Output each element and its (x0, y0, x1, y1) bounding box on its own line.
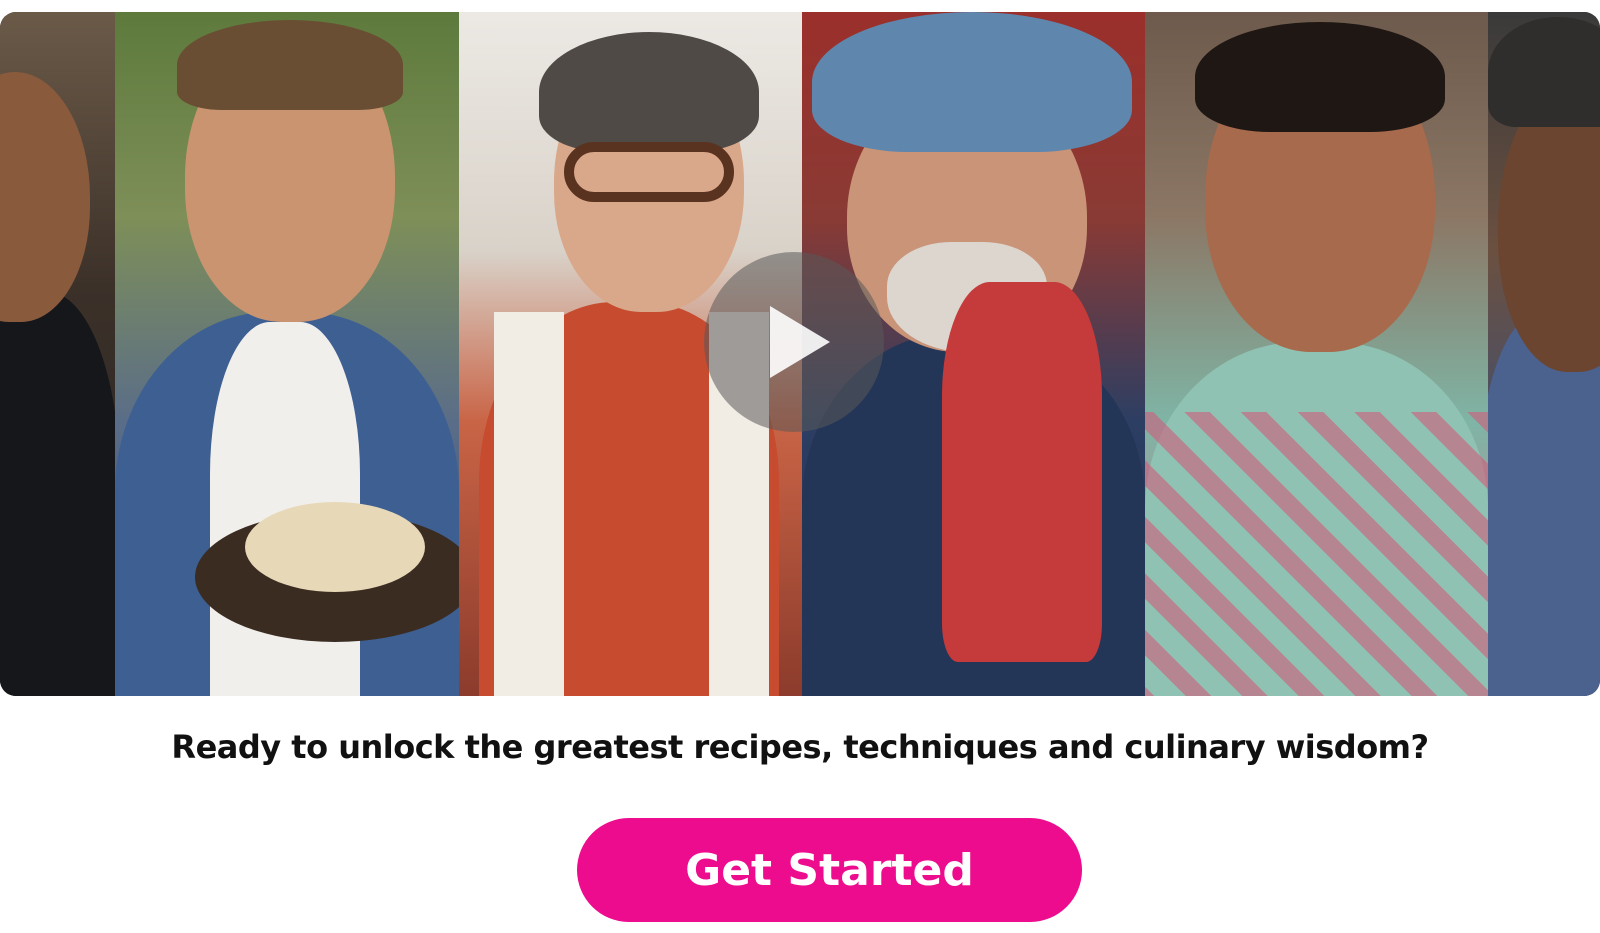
chef-collage-video[interactable] (0, 12, 1600, 696)
get-started-button[interactable]: Get Started (577, 818, 1082, 922)
chef-portrait-5 (1145, 12, 1488, 696)
promo-page: Ready to unlock the greatest recipes, te… (0, 0, 1600, 933)
chef-portrait-1 (0, 12, 115, 696)
chef-portrait-6 (1488, 12, 1600, 696)
chef-portrait-2 (115, 12, 459, 696)
promo-tagline: Ready to unlock the greatest recipes, te… (171, 728, 1429, 766)
play-video-button[interactable] (704, 252, 884, 432)
play-icon (758, 306, 830, 378)
